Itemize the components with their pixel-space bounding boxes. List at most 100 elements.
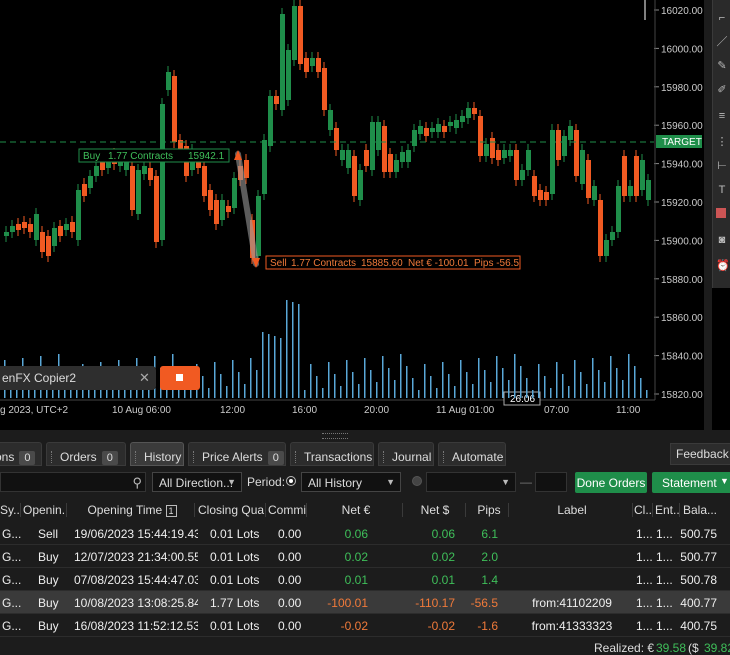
col-commission[interactable]: Commi... <box>268 503 307 517</box>
tab-history[interactable]: History <box>130 442 184 466</box>
candle-body <box>388 154 393 172</box>
crosshair-icon[interactable]: ⌐ <box>716 12 728 24</box>
col-label[interactable]: Label <box>512 503 633 517</box>
close-icon[interactable]: ✕ <box>139 370 150 386</box>
chevron-down-icon: ▼ <box>501 477 510 487</box>
line-tool-icon[interactable]: ／ <box>716 36 728 48</box>
table-cell-opening-time: 16/08/2023 11:52:12.534 <box>74 619 198 633</box>
tab-orders[interactable]: Orders 0 <box>46 442 126 466</box>
candle-body <box>274 96 279 104</box>
date-from-select[interactable]: ▼ <box>426 472 516 492</box>
crosshair-time: 26:06 <box>510 394 535 405</box>
period-radio[interactable] <box>286 476 296 486</box>
sell-tag-qty: 1.77 Contracts <box>291 258 356 269</box>
custom-period-radio[interactable] <box>412 476 422 486</box>
candle-body <box>40 232 45 252</box>
table-cell-direction: Buy <box>38 619 59 633</box>
stop-button[interactable] <box>160 366 200 390</box>
fib-icon[interactable]: ≡ <box>716 110 728 122</box>
candle-body <box>610 232 615 240</box>
date-to-input[interactable] <box>535 472 567 492</box>
text-icon[interactable]: T <box>716 184 728 196</box>
grip-icon <box>51 451 54 463</box>
statement-label: Statement <box>662 476 717 490</box>
volume-bar <box>220 374 222 398</box>
candle-body <box>304 58 309 72</box>
search-input[interactable]: ⚲ <box>0 472 146 492</box>
measure-icon[interactable]: ⊢ <box>716 160 728 172</box>
col-closing[interactable]: Cl... <box>634 503 653 517</box>
candle-body <box>208 190 213 210</box>
volume-bar <box>478 358 480 398</box>
pencil-icon[interactable]: ✎ <box>716 60 728 72</box>
candle-body <box>496 150 501 160</box>
volume-bar <box>550 388 552 398</box>
candle-body <box>412 130 417 146</box>
tab-journal[interactable]: Journal <box>378 442 434 466</box>
volume-bar <box>256 370 258 398</box>
done-orders-button[interactable]: Done Orders <box>575 472 647 493</box>
col-opening-direction[interactable]: Openin... <box>23 503 67 517</box>
candle-body <box>382 126 387 172</box>
col-opening-time[interactable]: Opening Time 1 <box>70 503 195 517</box>
table-row[interactable]: G... Buy 12/07/2023 21:34:00.552 0.01 Lots 0… <box>0 545 730 568</box>
panel-splitter[interactable] <box>0 430 730 440</box>
candle-body <box>562 136 567 156</box>
table-cell-opening-time: 10/08/2023 13:08:25.841 <box>74 596 198 610</box>
candle-body <box>70 222 75 232</box>
candle-body <box>88 176 93 188</box>
candle-body <box>58 226 63 236</box>
candle-body <box>16 224 21 230</box>
table-row[interactable]: G... Buy 16/08/2023 11:52:12.534 0.01 Lots 0… <box>0 614 730 637</box>
table-cell-pips: -56.5 <box>470 596 498 610</box>
buy-tag-qty: 1.77 Contracts <box>108 151 173 162</box>
tab-transactions[interactable]: Transactions <box>290 442 374 466</box>
table-row[interactable]: G... Sell 19/06/2023 15:44:19.430 0.01 Lots… <box>0 522 730 545</box>
tab-automate[interactable]: Automate <box>438 442 506 466</box>
candle-body <box>460 116 465 122</box>
col-balance[interactable]: Bala... <box>683 503 730 517</box>
price-label: 15900.00 <box>661 236 703 247</box>
candle-body <box>514 150 519 180</box>
camera-icon[interactable]: ◙ <box>716 234 728 246</box>
period-value: All History <box>308 476 363 490</box>
col-entry[interactable]: Ent... <box>655 503 680 517</box>
alarm-icon[interactable]: ⏰ <box>716 260 730 272</box>
price-label: 16020.00 <box>661 6 703 17</box>
tab-price-alerts[interactable]: Price Alerts 0 <box>188 442 286 466</box>
tab-positions[interactable]: ons 0 <box>0 442 42 466</box>
col-net-usd[interactable]: Net $ <box>405 503 466 517</box>
candle-body <box>406 150 411 162</box>
volume-bar <box>466 372 468 398</box>
candle-body <box>574 130 579 176</box>
pattern-icon[interactable]: ⋮ <box>716 136 728 148</box>
brush-icon[interactable]: ✐ <box>716 84 728 96</box>
candle-body <box>532 176 537 196</box>
candle-body <box>202 166 207 196</box>
feedback-button[interactable]: Feedback <box>670 443 730 465</box>
col-symbol[interactable]: Sy... <box>0 503 21 517</box>
volume-bar <box>388 368 390 398</box>
table-row[interactable]: G... Buy 10/08/2023 13:08:25.841 1.77 Lots 0… <box>0 591 730 614</box>
col-net-eur[interactable]: Net € <box>310 503 403 517</box>
candle-body <box>82 184 87 196</box>
candle-body <box>520 170 525 180</box>
col-pips[interactable]: Pips <box>470 503 509 517</box>
volume-bar <box>484 370 486 398</box>
direction-select[interactable]: All Direction... ▼ <box>152 472 242 492</box>
volume-bar <box>472 384 474 398</box>
candle-body <box>478 116 483 156</box>
color-icon[interactable] <box>716 208 726 218</box>
period-select[interactable]: All History ▼ <box>301 472 401 492</box>
chevron-down-icon: ▼ <box>720 476 729 486</box>
table-cell-direction: Buy <box>38 573 59 587</box>
table-cell-net-usd: 0.06 <box>431 527 455 541</box>
candle-body <box>352 156 357 196</box>
table-cell-net-eur: 0.01 <box>344 573 368 587</box>
col-closing-quantity[interactable]: Closing Qua... <box>198 503 266 517</box>
volume-bar <box>538 364 540 398</box>
table-row[interactable]: G... Buy 07/08/2023 15:44:47.038 0.01 Lots 0… <box>0 568 730 591</box>
statement-button[interactable]: Statement ▼ <box>652 472 730 493</box>
candle-body <box>244 160 249 178</box>
price-label: 15940.00 <box>661 160 703 171</box>
